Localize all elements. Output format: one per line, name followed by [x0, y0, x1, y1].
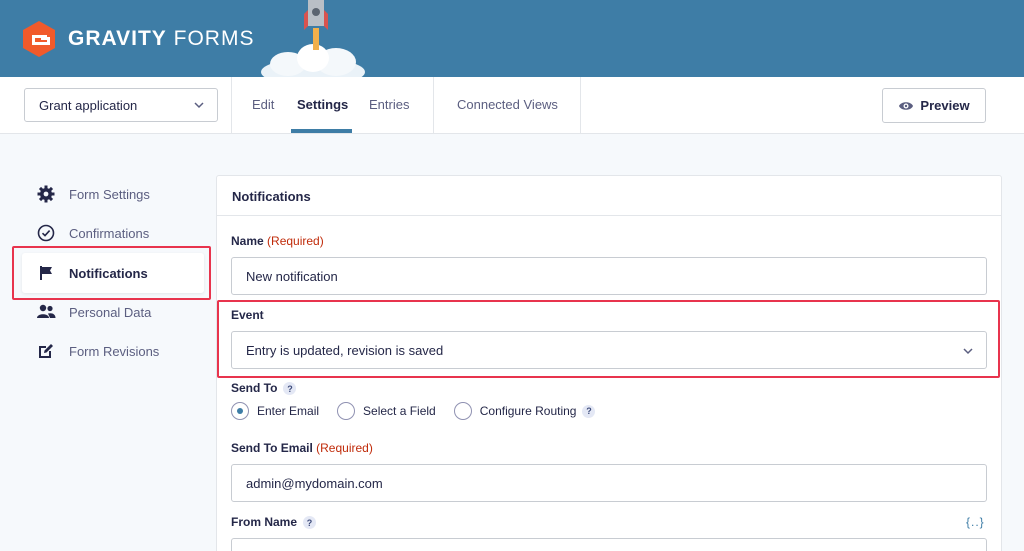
chevron-down-icon [194, 102, 204, 109]
name-input[interactable]: New notification [231, 257, 987, 295]
radio-label: Select a Field [363, 404, 436, 418]
send-to-radio-group: Enter Email Select a Field Configure Rou… [231, 402, 613, 420]
gravity-forms-logo-icon [23, 21, 55, 57]
eye-icon [899, 101, 914, 110]
sidebar-item-form-settings[interactable]: Form Settings [36, 184, 150, 204]
radio-unselected-icon [337, 402, 356, 420]
from-name-input[interactable] [231, 538, 987, 551]
sidebar-item-label: Personal Data [69, 304, 152, 320]
send-to-label-text: Send To [231, 381, 278, 395]
active-tab-indicator [291, 129, 352, 133]
send-to-label: Send To? [231, 381, 297, 396]
radio-label: Configure Routing [479, 404, 577, 418]
name-input-value: New notification [246, 268, 338, 284]
sidebar-item-label: Form Settings [69, 186, 150, 202]
radio-enter-email[interactable]: Enter Email [231, 402, 319, 420]
name-field-label: Name (Required) [231, 234, 324, 248]
merge-tag-icon[interactable]: {..} [966, 515, 985, 529]
panel-title: Notifications [217, 176, 1001, 216]
sidebar-item-label: Form Revisions [69, 343, 160, 359]
form-switcher-select[interactable]: Grant application [24, 88, 218, 122]
tab-edit[interactable]: Edit [252, 97, 274, 112]
preview-button[interactable]: Preview [882, 88, 986, 123]
radio-select-field[interactable]: Select a Field [337, 402, 436, 420]
tab-entries[interactable]: Entries [369, 97, 409, 112]
name-label-text: Name [231, 234, 264, 248]
toolbar-divider [231, 77, 232, 133]
send-to-email-label: Send To Email (Required) [231, 441, 373, 455]
highlight-box-notifications [12, 246, 211, 300]
gear-icon [37, 185, 55, 203]
send-to-email-input[interactable]: admin@mydomain.com [231, 464, 987, 502]
sidebar-item-confirmations[interactable]: Confirmations [36, 223, 149, 243]
brand-name-bold: GRAVITY [68, 27, 167, 50]
send-to-email-value: admin@mydomain.com [246, 475, 383, 491]
sidebar-item-label: Confirmations [69, 225, 150, 241]
radio-selected-icon [231, 402, 249, 420]
form-toolbar: Grant application Edit Settings Entries … [0, 77, 1024, 134]
sidebar-item-personal-data[interactable]: Personal Data [36, 302, 151, 322]
preview-button-label: Preview [920, 98, 970, 113]
toolbar-divider [433, 77, 434, 133]
radio-unselected-icon [453, 402, 472, 420]
rocket-illustration-icon [261, 0, 365, 77]
radio-configure-routing[interactable]: Configure Routing ? [453, 402, 596, 420]
send-to-email-label-text: Send To Email [231, 441, 313, 455]
radio-label: Enter Email [257, 404, 320, 418]
form-switcher-value: Grant application [39, 97, 138, 113]
tab-connected-views[interactable]: Connected Views [457, 97, 558, 112]
help-icon[interactable]: ? [303, 516, 317, 530]
check-circle-icon [37, 224, 55, 242]
toolbar-divider [580, 77, 581, 133]
help-icon[interactable]: ? [283, 382, 297, 396]
sidebar-item-form-revisions[interactable]: Form Revisions [36, 341, 159, 361]
highlight-box-event [217, 300, 1000, 378]
required-indicator: (Required) [267, 234, 324, 248]
tab-settings[interactable]: Settings [297, 97, 348, 112]
from-name-label: From Name? [231, 515, 317, 530]
edit-square-icon [39, 344, 53, 358]
users-icon [37, 304, 56, 318]
required-indicator: (Required) [316, 441, 373, 455]
help-icon[interactable]: ? [582, 404, 596, 418]
from-name-label-text: From Name [231, 515, 298, 529]
header-banner: GRAVITY FORMS [0, 0, 1024, 77]
gravity-forms-logo: GRAVITY FORMS [22, 20, 254, 58]
brand-name-light: FORMS [173, 27, 255, 50]
